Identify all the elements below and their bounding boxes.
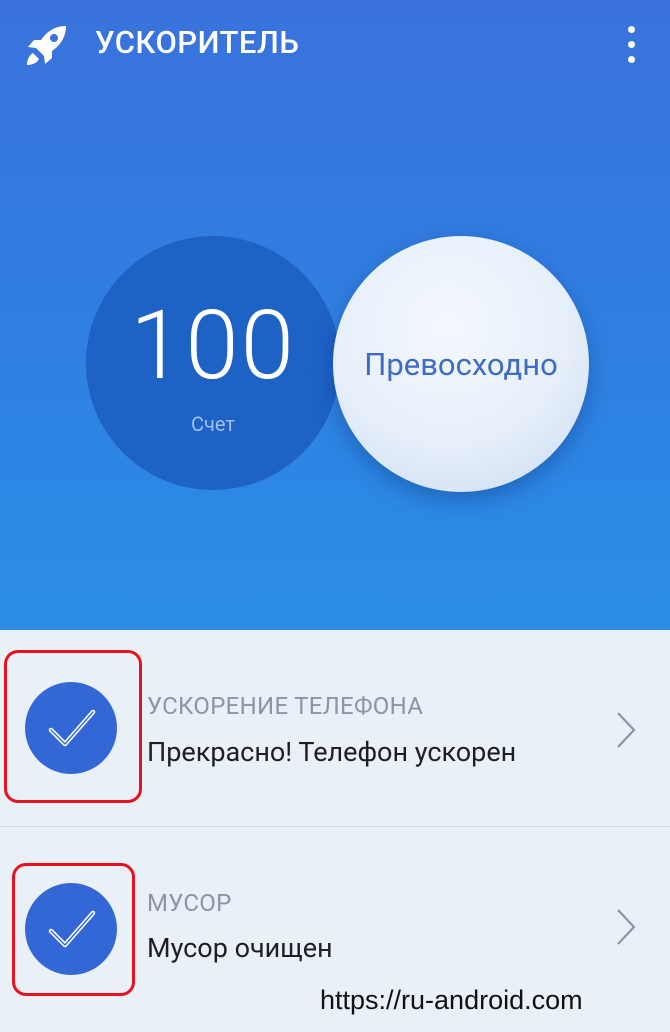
app-title: УСКОРИТЕЛЬ bbox=[95, 24, 300, 61]
check-icon bbox=[48, 709, 96, 747]
status-list: УСКОРЕНИЕ ТЕЛЕФОНА Прекрасно! Телефон ус… bbox=[0, 630, 670, 1032]
score-value: 100 bbox=[130, 290, 296, 402]
grade-text: Превосходно bbox=[364, 345, 558, 383]
chevron-right-icon bbox=[617, 909, 636, 945]
item-category: МУСОР bbox=[147, 889, 232, 917]
item-description: Мусор очищен bbox=[147, 932, 333, 964]
watermark-text: https://ru-android.com bbox=[320, 985, 583, 1015]
score-circle: 100 Счет bbox=[86, 236, 340, 490]
chevron-right-icon bbox=[617, 712, 636, 748]
more-vert-icon[interactable] bbox=[618, 22, 646, 68]
check-circle bbox=[25, 682, 117, 774]
header-panel: УСКОРИТЕЛЬ 100 Счет Превосходно bbox=[0, 0, 670, 630]
app-bar: УСКОРИТЕЛЬ bbox=[0, 0, 670, 92]
score-label: Счет bbox=[190, 412, 235, 436]
check-icon bbox=[48, 910, 96, 948]
list-item-phone-boost[interactable]: УСКОРЕНИЕ ТЕЛЕФОНА Прекрасно! Телефон ус… bbox=[0, 630, 670, 827]
grade-circle: Превосходно bbox=[333, 236, 589, 492]
item-description: Прекрасно! Телефон ускорен bbox=[147, 736, 517, 768]
rocket-icon bbox=[27, 26, 66, 65]
check-circle bbox=[25, 883, 117, 975]
item-category: УСКОРЕНИЕ ТЕЛЕФОНА bbox=[147, 692, 424, 720]
